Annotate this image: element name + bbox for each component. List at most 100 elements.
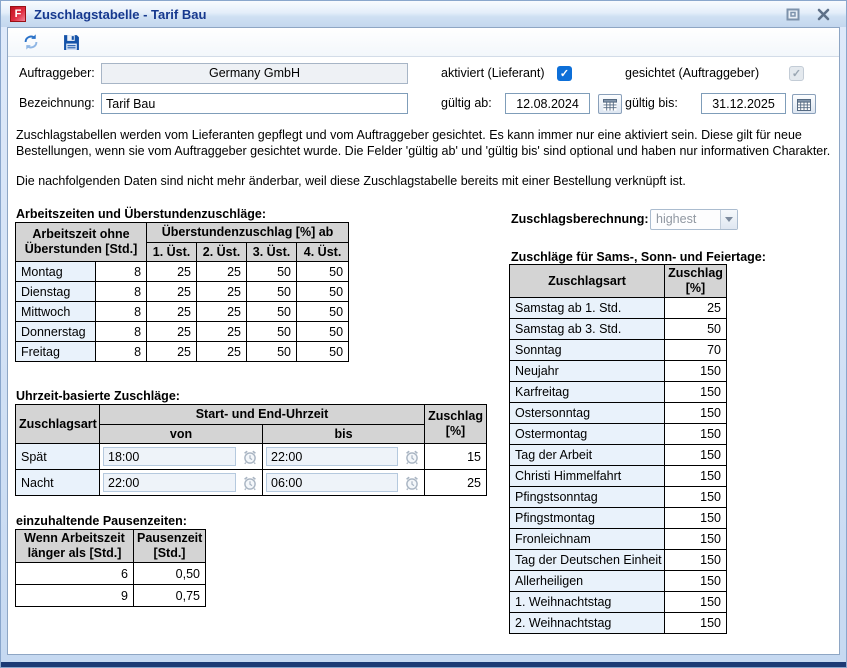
bis-clock-button xyxy=(403,448,421,466)
table-row: Nacht xyxy=(16,470,487,496)
aktiviert-label: aktiviert (Lieferant) xyxy=(441,63,545,84)
von-header: von xyxy=(100,425,263,444)
clock-icon xyxy=(404,449,420,465)
bis-cell xyxy=(263,444,425,470)
table-row: Montag 8 25 25 50 50 xyxy=(16,262,349,282)
check-icon: ✓ xyxy=(560,67,569,80)
hours-cell: 8 xyxy=(96,342,147,362)
dropdown-arrow-button xyxy=(720,210,737,229)
gueltig-bis-label: gültig bis: xyxy=(625,93,678,114)
von-clock-button xyxy=(241,474,259,492)
info-paragraph-2: Die nachfolgenden Daten sind nicht mehr … xyxy=(16,173,832,189)
holiday-col2-header: Zuschlag [%] xyxy=(665,265,727,298)
table-row: Pfingstsonntag 150 xyxy=(510,487,727,508)
zuschlag-cell: 15 xyxy=(425,444,487,470)
gueltig-ab-calendar-button[interactable] xyxy=(598,94,622,114)
holiday-name-cell: Samstag ab 3. Std. xyxy=(510,319,665,340)
worktime-table: Arbeitszeit ohne Überstunden [Std.] Über… xyxy=(15,222,349,362)
holiday-value-cell: 150 xyxy=(665,550,727,571)
gueltig-ab-input[interactable] xyxy=(505,93,590,114)
table-row: 1. Weihnachtstag 150 xyxy=(510,592,727,613)
content-panel: Auftraggeber: Germany GmbH aktiviert (Li… xyxy=(7,27,840,655)
bezeichnung-label: Bezeichnung: xyxy=(19,93,95,114)
ust1-cell: 25 xyxy=(147,282,197,302)
ust3-cell: 50 xyxy=(247,262,297,282)
calculation-value: highest xyxy=(651,210,720,229)
bis-clock-button xyxy=(403,474,421,492)
zuschlag-header: Zuschlag [%] xyxy=(425,405,487,444)
ust3-cell: 50 xyxy=(247,342,297,362)
gueltig-bis-calendar-button[interactable] xyxy=(792,94,816,114)
startend-header: Start- und End-Uhrzeit xyxy=(100,405,425,425)
ust2-cell: 25 xyxy=(197,322,247,342)
aktiviert-checkbox[interactable]: ✓ xyxy=(557,66,572,81)
table-row: Neujahr 150 xyxy=(510,361,727,382)
day-cell: Dienstag xyxy=(16,282,96,302)
ust1-header: 1. Üst. xyxy=(147,243,197,262)
table-row: Christi Himmelfahrt 150 xyxy=(510,466,727,487)
bis-cell xyxy=(263,470,425,496)
holiday-name-cell: Ostermontag xyxy=(510,424,665,445)
holiday-name-cell: 1. Weihnachtstag xyxy=(510,592,665,613)
von-clock-button xyxy=(241,448,259,466)
holiday-value-cell: 150 xyxy=(665,508,727,529)
gesichtet-label: gesichtet (Auftraggeber) xyxy=(625,63,759,84)
holiday-name-cell: Ostersonntag xyxy=(510,403,665,424)
day-cell: Mittwoch xyxy=(16,302,96,322)
holiday-name-cell: Pfingstmontag xyxy=(510,508,665,529)
holiday-col1-header: Zuschlagsart xyxy=(510,265,665,298)
table-row: Spät xyxy=(16,444,487,470)
refresh-icon xyxy=(22,33,40,51)
pause-cell: 0,75 xyxy=(134,585,206,607)
calculation-label: Zuschlagsberechnung: xyxy=(511,209,649,230)
holiday-value-cell: 25 xyxy=(665,298,727,319)
zuschlagsart-header: Zuschlagsart xyxy=(16,405,100,444)
table-row: Allerheiligen 150 xyxy=(510,571,727,592)
clock-icon xyxy=(242,449,258,465)
table-row: Ostersonntag 150 xyxy=(510,403,727,424)
ust3-cell: 50 xyxy=(247,322,297,342)
ust3-cell: 50 xyxy=(247,302,297,322)
gueltig-bis-input[interactable] xyxy=(701,93,786,114)
ust4-cell: 50 xyxy=(297,262,349,282)
hours-cell: 8 xyxy=(96,322,147,342)
von-cell xyxy=(100,470,263,496)
auftraggeber-field: Germany GmbH xyxy=(101,63,408,84)
table-row: Tag der Deutschen Einheit 150 xyxy=(510,550,727,571)
table-row: Ostermontag 150 xyxy=(510,424,727,445)
holiday-name-cell: Samstag ab 1. Std. xyxy=(510,298,665,319)
ust2-cell: 25 xyxy=(197,302,247,322)
pause-col1-header: Wenn Arbeitszeit länger als [Std.] xyxy=(16,530,134,563)
maximize-button[interactable] xyxy=(785,7,800,21)
ust3-cell: 50 xyxy=(247,282,297,302)
refresh-button[interactable] xyxy=(21,32,41,52)
holiday-name-cell: Allerheiligen xyxy=(510,571,665,592)
holiday-name-cell: Pfingstsonntag xyxy=(510,487,665,508)
title-bar: F Zuschlagstabelle - Tarif Bau xyxy=(1,1,846,27)
holiday-name-cell: Neujahr xyxy=(510,361,665,382)
holiday-value-cell: 70 xyxy=(665,340,727,361)
time-table: Zuschlagsart Start- und End-Uhrzeit Zusc… xyxy=(15,404,487,496)
save-button[interactable] xyxy=(61,32,81,52)
holiday-value-cell: 150 xyxy=(665,361,727,382)
holiday-value-cell: 150 xyxy=(665,466,727,487)
maximize-icon xyxy=(786,8,800,21)
auftraggeber-label: Auftraggeber: xyxy=(19,63,95,84)
close-button[interactable] xyxy=(816,7,831,21)
toolbar xyxy=(8,28,839,57)
info-paragraph-1: Zuschlagstabellen werden vom Lieferanten… xyxy=(16,127,832,159)
table-row: Donnerstag 8 25 25 50 50 xyxy=(16,322,349,342)
bezeichnung-input[interactable] xyxy=(101,93,408,114)
table-row: Sonntag 70 xyxy=(510,340,727,361)
holiday-name-cell: Tag der Arbeit xyxy=(510,445,665,466)
pause-table: Wenn Arbeitszeit länger als [Std.] Pause… xyxy=(15,529,206,607)
table-row: 6 0,50 xyxy=(16,563,206,585)
dialog-window: F Zuschlagstabelle - Tarif Bau xyxy=(0,0,847,668)
pause-cell: 0,50 xyxy=(134,563,206,585)
holiday-value-cell: 150 xyxy=(665,403,727,424)
holiday-value-cell: 150 xyxy=(665,613,727,634)
close-icon xyxy=(817,8,830,21)
bis-header: bis xyxy=(263,425,425,444)
ust1-cell: 25 xyxy=(147,262,197,282)
clock-icon xyxy=(404,475,420,491)
